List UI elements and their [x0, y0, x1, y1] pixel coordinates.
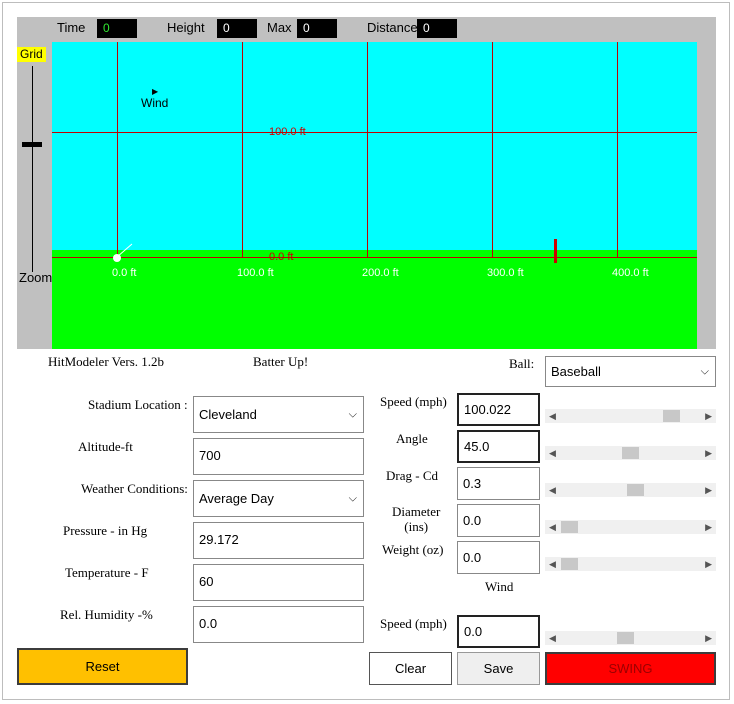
temperature-label: Temperature - F — [65, 565, 149, 580]
height-label: Height — [167, 20, 205, 35]
weight-slider-thumb[interactable] — [561, 558, 578, 570]
chevron-down-icon: ⌵ — [348, 408, 357, 420]
clear-button[interactable]: Clear — [369, 652, 452, 685]
diameter-label: Diameter (ins) — [392, 504, 441, 534]
pressure-label: Pressure - in Hg — [63, 523, 148, 538]
wind-arrow-icon: ▶ — [152, 87, 159, 96]
stadium-select[interactable]: Cleveland ⌵ — [193, 396, 364, 433]
reset-button[interactable]: Reset — [17, 648, 188, 685]
wind-label: Wind — [141, 96, 169, 110]
arrow-right-icon[interactable]: ▶ — [705, 446, 712, 460]
arrow-left-icon[interactable]: ◀ — [549, 483, 556, 497]
chevron-down-icon: ⌵ — [700, 365, 709, 377]
zoom-slider-thumb[interactable] — [22, 142, 42, 147]
x-tick-0: 0.0 ft — [112, 267, 137, 279]
wind-speed-slider-thumb[interactable] — [617, 632, 635, 644]
version-text: HitModeler Vers. 1.2b — [48, 354, 165, 369]
chevron-down-icon: ⌵ — [348, 492, 357, 504]
trajectory-field: 100.0 ft 0.0 ft 0.0 ft 100.0 ft 200.0 ft… — [52, 42, 697, 349]
stadium-select-value: Cleveland — [199, 407, 257, 422]
angle-input[interactable]: 45.0 — [457, 430, 540, 463]
temperature-input[interactable]: 60 — [193, 564, 364, 601]
y-tick-0: 0.0 ft — [269, 251, 294, 263]
ball-select[interactable]: Baseball ⌵ — [545, 356, 716, 387]
ball-icon — [113, 243, 133, 262]
wind-speed-slider[interactable]: ◀ ▶ — [545, 631, 716, 645]
drag-label: Drag - Cd — [386, 468, 438, 483]
grid-line-y-100 — [52, 132, 697, 133]
grid-line-x-100 — [242, 42, 243, 258]
diameter-slider-thumb[interactable] — [561, 521, 578, 533]
speed-slider[interactable]: ◀ ▶ — [545, 409, 716, 423]
distance-label: Distance — [367, 20, 418, 35]
weather-label: Weather Conditions: — [81, 481, 188, 496]
height-readout: 0 — [217, 19, 257, 38]
arrow-right-icon[interactable]: ▶ — [705, 483, 712, 497]
weather-select-value: Average Day — [199, 491, 274, 506]
ball-label: Ball: — [509, 356, 535, 371]
angle-slider[interactable]: ◀ ▶ — [545, 446, 716, 460]
weight-slider[interactable]: ◀ ▶ — [545, 557, 716, 571]
pressure-input[interactable]: 29.172 — [193, 522, 364, 559]
angle-label: Angle — [396, 431, 428, 446]
diameter-input[interactable]: 0.0 — [457, 504, 540, 537]
simulation-panel: Time 0 Height 0 Max 0 Distance 0 100.0 f… — [17, 17, 716, 349]
x-tick-400: 400.0 ft — [612, 267, 649, 279]
diameter-slider[interactable]: ◀ ▶ — [545, 520, 716, 534]
altitude-input[interactable]: 700 — [193, 438, 364, 475]
max-label: Max — [267, 20, 292, 35]
time-label: Time — [57, 20, 86, 35]
grid-line-x-200 — [367, 42, 368, 258]
altitude-label: Altitude-ft — [78, 439, 133, 454]
grid-line-x-0 — [117, 42, 118, 258]
grid-line-y-0 — [52, 257, 697, 258]
weight-input[interactable]: 0.0 — [457, 541, 540, 574]
x-tick-300: 300.0 ft — [487, 267, 524, 279]
speed-label: Speed (mph) — [380, 394, 447, 409]
zoom-track — [32, 66, 33, 272]
arrow-right-icon[interactable]: ▶ — [705, 409, 712, 423]
arrow-right-icon[interactable]: ▶ — [705, 520, 712, 534]
speed-input[interactable]: 100.022 — [457, 393, 540, 426]
wind-speed-label: Speed (mph) — [380, 616, 447, 631]
y-tick-100: 100.0 ft — [269, 126, 306, 138]
swing-button[interactable]: SWING — [545, 652, 716, 685]
weather-select[interactable]: Average Day ⌵ — [193, 480, 364, 517]
save-button[interactable]: Save — [457, 652, 540, 685]
humidity-input[interactable]: 0.0 — [193, 606, 364, 643]
grass-area — [52, 250, 697, 349]
grid-toggle[interactable]: Grid — [17, 47, 46, 62]
fence-marker — [554, 239, 557, 263]
grid-line-x-400 — [617, 42, 618, 258]
arrow-left-icon[interactable]: ◀ — [549, 631, 556, 645]
angle-slider-thumb[interactable] — [622, 447, 639, 459]
arrow-left-icon[interactable]: ◀ — [549, 446, 556, 460]
arrow-left-icon[interactable]: ◀ — [549, 520, 556, 534]
wind-speed-input[interactable]: 0.0 — [457, 615, 540, 648]
grid-line-x-300 — [492, 42, 493, 258]
x-tick-200: 200.0 ft — [362, 267, 399, 279]
distance-readout: 0 — [417, 19, 457, 38]
arrow-right-icon[interactable]: ▶ — [705, 557, 712, 571]
speed-slider-thumb[interactable] — [663, 410, 681, 422]
sky-area — [52, 42, 697, 250]
wind-header: Wind — [485, 579, 514, 594]
arrow-left-icon[interactable]: ◀ — [549, 557, 556, 571]
humidity-label: Rel. Humidity -% — [60, 607, 153, 622]
status-text: Batter Up! — [253, 354, 309, 369]
weight-label: Weight (oz) — [382, 542, 444, 557]
arrow-left-icon[interactable]: ◀ — [549, 409, 556, 423]
zoom-label: Zoom — [19, 270, 53, 285]
stadium-label: Stadium Location : — [88, 397, 188, 412]
drag-input[interactable]: 0.3 — [457, 467, 540, 500]
arrow-right-icon[interactable]: ▶ — [705, 631, 712, 645]
ball-select-value: Baseball — [551, 364, 601, 379]
time-readout: 0 — [97, 19, 137, 38]
x-tick-100: 100.0 ft — [237, 267, 274, 279]
drag-slider[interactable]: ◀ ▶ — [545, 483, 716, 497]
max-readout: 0 — [297, 19, 337, 38]
drag-slider-thumb[interactable] — [626, 484, 644, 496]
